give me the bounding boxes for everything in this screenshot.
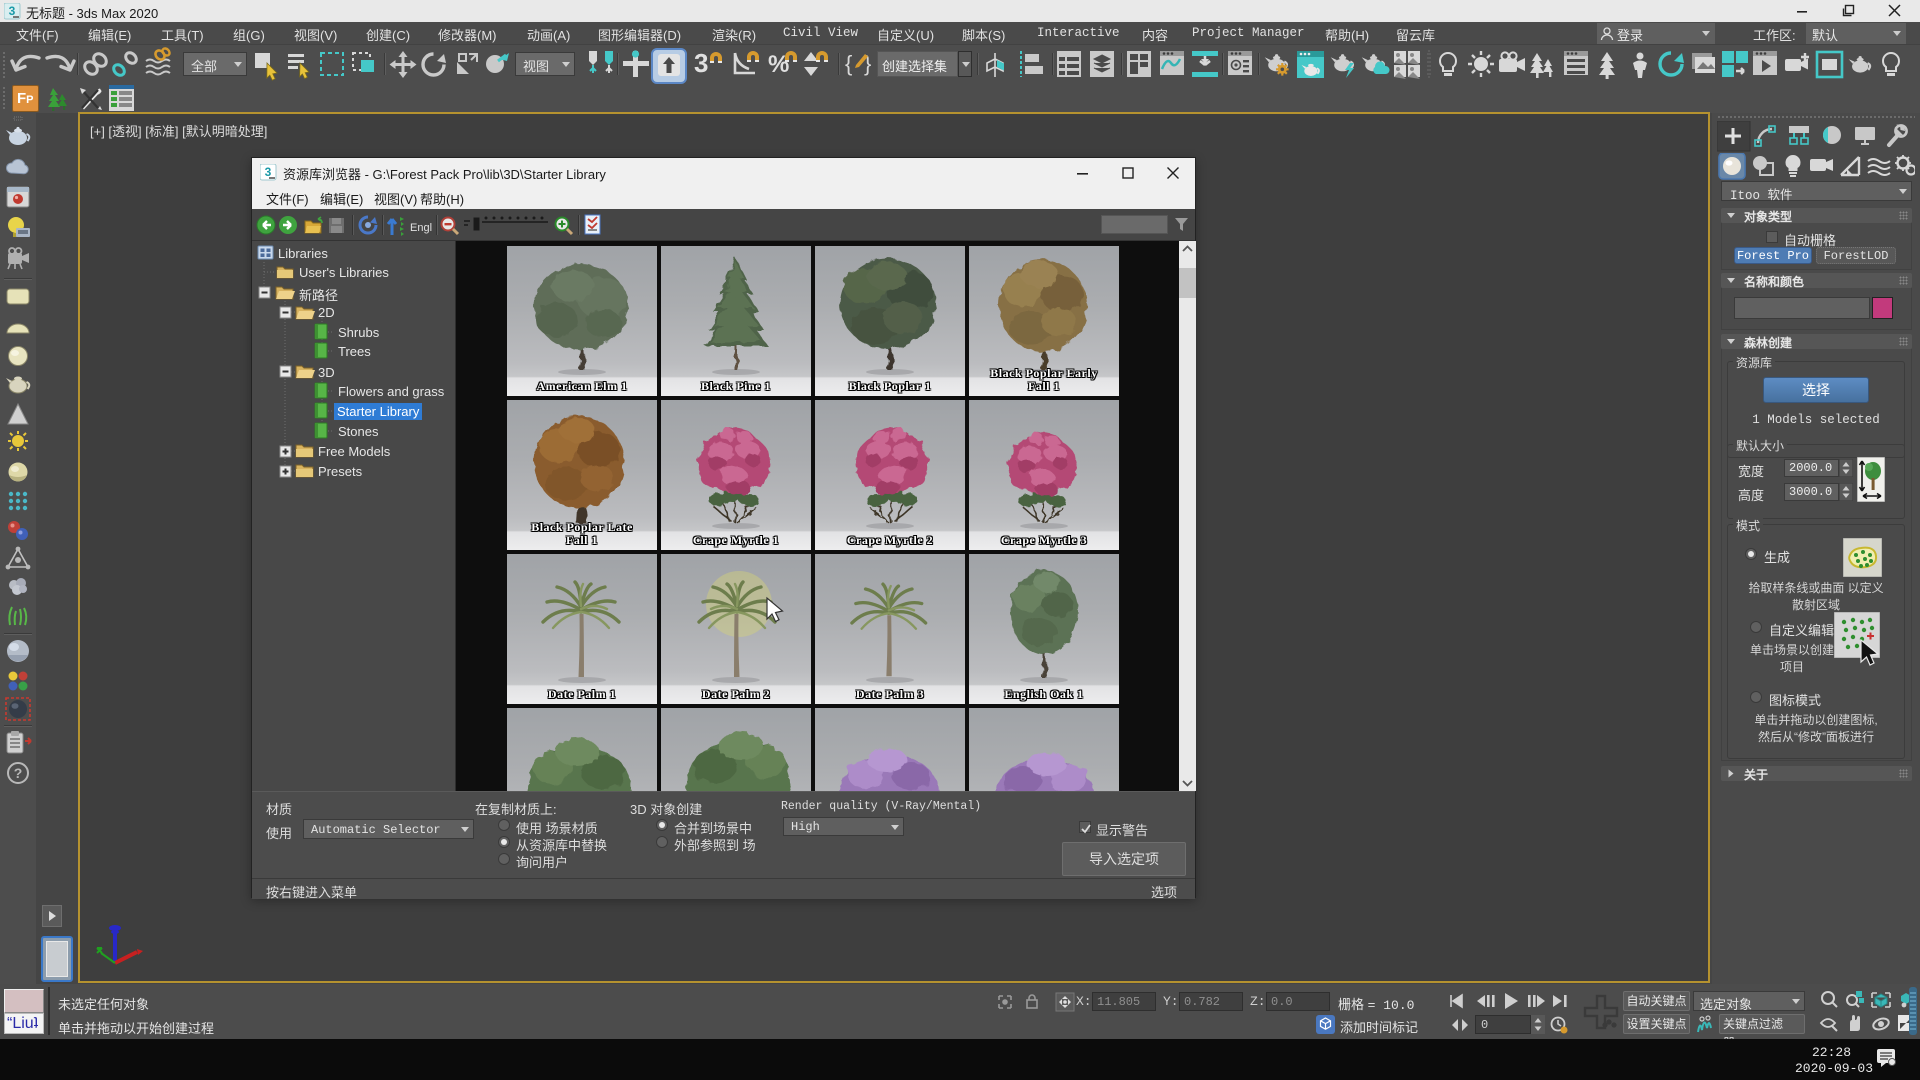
svg-text:Engl: Engl xyxy=(410,222,432,234)
svg-text:3: 3 xyxy=(694,48,708,78)
svg-text:3: 3 xyxy=(265,165,272,179)
svg-text:{: { xyxy=(845,51,852,76)
svg-text:?: ? xyxy=(14,765,23,781)
svg-text:3: 3 xyxy=(9,4,16,18)
